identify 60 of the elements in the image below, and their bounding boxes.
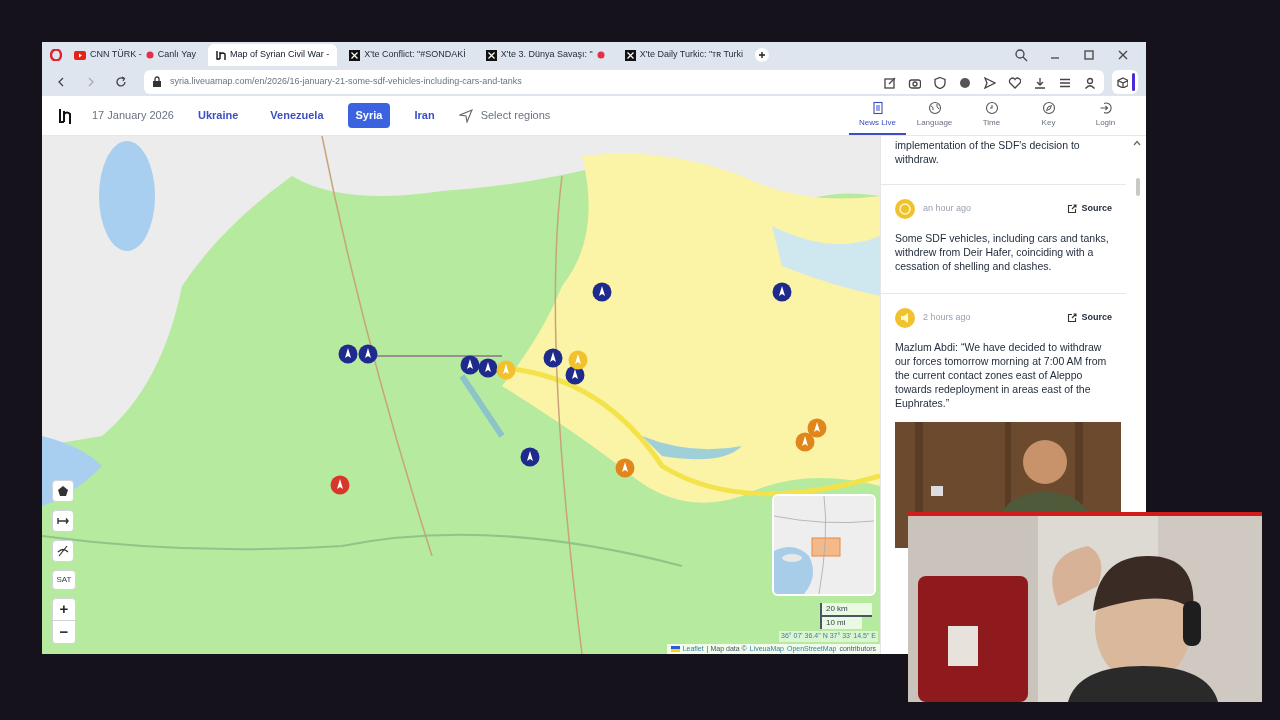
- navigation-arrow-icon: [458, 108, 473, 123]
- cube-icon[interactable]: [1115, 76, 1128, 88]
- menu-item[interactable]: Login: [1077, 96, 1134, 135]
- tab-title: X'te Daily Turkic: "ᴛʀ Turki: [639, 48, 744, 62]
- region-link[interactable]: Iran: [406, 103, 443, 128]
- menu-item[interactable]: Language: [906, 96, 963, 135]
- opera-logo-icon: [50, 49, 62, 61]
- heart-icon[interactable]: [1008, 75, 1021, 89]
- browser-tab[interactable]: X'te Daily Turkic: "ᴛʀ Turki: [616, 44, 752, 66]
- news-text: implementation of the SDF's decision to withdraw.: [895, 138, 1081, 166]
- news-time: 2 hours ago: [923, 311, 971, 325]
- download-icon[interactable]: [1033, 75, 1046, 89]
- source-link[interactable]: Source: [1067, 311, 1112, 325]
- user-icon[interactable]: [1083, 75, 1096, 89]
- menu-item[interactable]: Time: [963, 96, 1020, 135]
- login-icon: [1098, 100, 1113, 115]
- x-logo-icon: [624, 49, 636, 61]
- compass-icon: [1041, 100, 1056, 115]
- reload-icon[interactable]: [114, 75, 128, 89]
- x-logo-icon: [485, 49, 497, 61]
- edit-icon[interactable]: [883, 75, 896, 89]
- tab-title: CNN TÜRK -: [90, 48, 142, 62]
- news-text: Some SDF vehicles, including cars and tanks, withdrew from Deir Hafer, coinciding with a cessation of shelling and clashes.: [895, 231, 1110, 273]
- browser-tab[interactable]: X'te Conflict: "#SONDAKİ: [341, 44, 474, 66]
- browser-tab[interactable]: X'te 3. Dünya Savaşı: ": [477, 44, 613, 66]
- news-time: an hour ago: [923, 202, 972, 216]
- external-link-icon: [1067, 313, 1078, 323]
- clock-icon: [984, 100, 999, 115]
- new-tab-icon[interactable]: [755, 48, 770, 62]
- target-icon: [895, 199, 915, 219]
- external-link-icon: [1067, 204, 1078, 214]
- play-icon: [74, 50, 86, 60]
- x-logo-icon: [349, 49, 361, 61]
- sidebar-indicator-icon: [1131, 73, 1135, 91]
- menu-item[interactable]: Key: [1020, 96, 1077, 135]
- shield-icon[interactable]: [933, 75, 946, 89]
- scroll-up-icon: [1133, 140, 1141, 146]
- close-icon[interactable]: [1116, 48, 1130, 62]
- browser-tab[interactable]: CNN TÜRK - Canlı Yay: [66, 44, 205, 66]
- browser-tab[interactable]: Map of Syrian Civil War -: [208, 44, 338, 66]
- megaphone-icon: [895, 308, 915, 328]
- tab-title: Map of Syrian Civil War -: [230, 48, 330, 62]
- tab-title: Canlı Yay: [157, 48, 197, 62]
- tab-title: X'te Conflict: "#SONDAKİ: [364, 48, 466, 62]
- region-link[interactable]: Syria: [347, 103, 391, 128]
- scrollbar-icon: [1136, 178, 1140, 196]
- send-icon[interactable]: [983, 75, 996, 89]
- source-link[interactable]: Source: [1067, 202, 1112, 216]
- select-regions-link[interactable]: Select regions: [480, 107, 551, 124]
- maximize-icon[interactable]: [1082, 48, 1096, 62]
- search-icon[interactable]: [1014, 48, 1028, 62]
- newspaper-icon: [870, 100, 885, 115]
- tab-title: X'te 3. Dünya Savaşı: ": [500, 48, 593, 62]
- lock-icon: [152, 76, 162, 88]
- news-text: Mazlum Abdi: “We have decided to withdraw our forces tomorrow morning at 7:00 AM from the current contact zones east of Aleppo towards redeployment in areas east of the Euphrates.”: [895, 340, 1108, 410]
- region-link[interactable]: Ukraine: [189, 103, 247, 128]
- site-logo-icon[interactable]: [58, 106, 72, 125]
- date-label: 17 January 2026: [92, 108, 174, 124]
- region-link[interactable]: Venezuela: [262, 103, 332, 128]
- site-logo-icon: [216, 49, 227, 61]
